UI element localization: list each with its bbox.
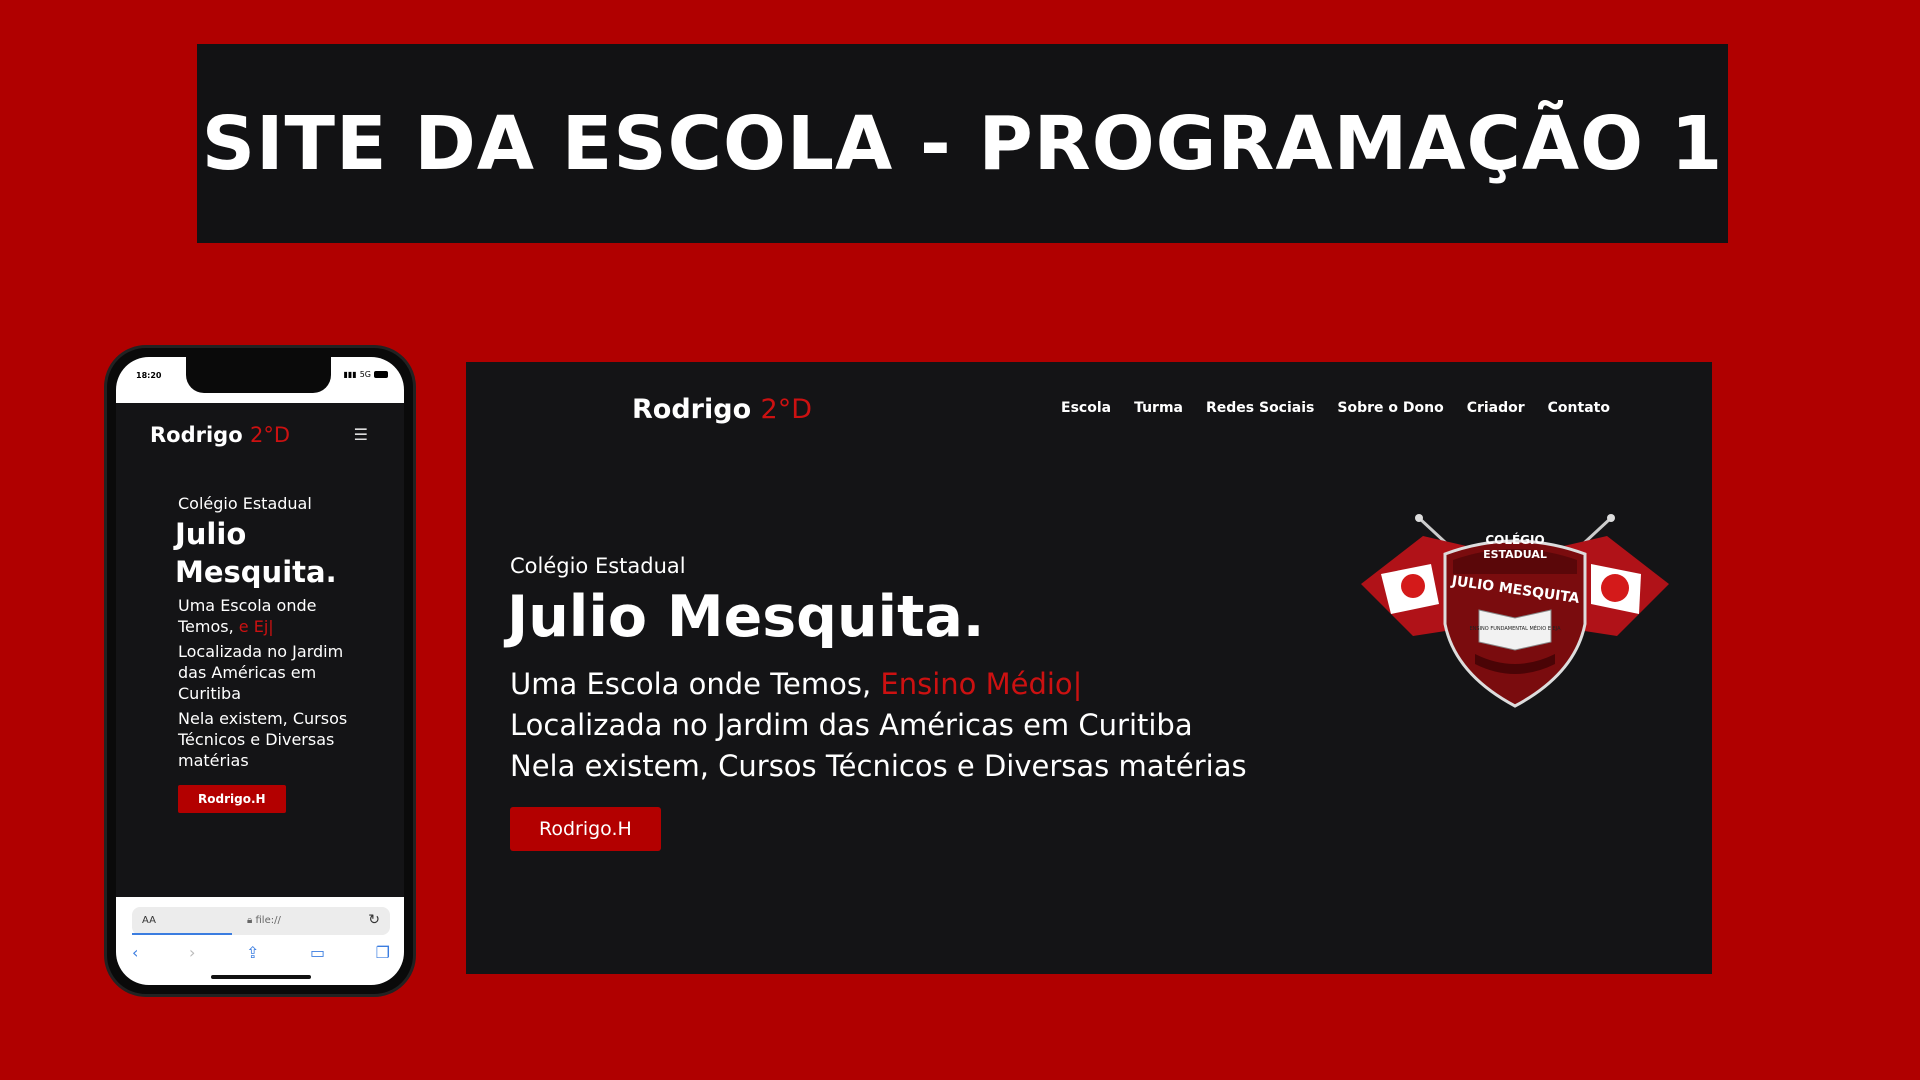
desktop-mockup: Rodrigo 2°D Escola Turma Redes Sociais S… — [466, 362, 1712, 974]
load-progress — [132, 933, 232, 935]
nav-contato[interactable]: Contato — [1548, 400, 1610, 416]
battery-icon — [374, 371, 388, 378]
lock-icon: 🔒︎ — [247, 915, 256, 926]
desktop-logo[interactable]: Rodrigo 2°D — [632, 394, 812, 425]
nav-escola[interactable]: Escola — [1061, 400, 1111, 416]
signal-icon: ▮▮▮ — [343, 370, 357, 379]
text-size-button[interactable]: AA — [142, 915, 156, 926]
home-indicator — [211, 975, 311, 979]
hamburger-icon[interactable]: ☰ — [354, 425, 368, 444]
phone-toolbar: ‹ › ⇪ ▭ ❐ — [132, 943, 390, 962]
phone-typed-text: e Ej| — [238, 617, 274, 636]
phone-browser-bar: AA 🔒︎ file:// ↻ ‹ › ⇪ ▭ ❐ — [116, 897, 404, 985]
phone-line-2: Localizada no Jardim das Américas em Cur… — [178, 642, 344, 703]
desktop-hero: Colégio Estadual Julio Mesquita. Uma Esc… — [507, 554, 1247, 851]
desktop-cta-button[interactable]: Rodrigo.H — [510, 807, 661, 851]
phone-address-bar[interactable]: AA 🔒︎ file:// ↻ — [132, 907, 390, 935]
phone-mockup: 18:20 ▮▮▮ 5G Rodrigo 2°D ☰ Colégio Estad… — [104, 345, 416, 997]
banner: SITE DA ESCOLA - PROGRAMAÇÃO 1 — [197, 44, 1728, 243]
desktop-nav: Escola Turma Redes Sociais Sobre o Dono … — [1061, 400, 1610, 416]
phone-cta-button[interactable]: Rodrigo.H — [178, 785, 286, 813]
banner-title: SITE DA ESCOLA - PROGRAMAÇÃO 1 — [201, 100, 1724, 187]
forward-icon[interactable]: › — [189, 943, 195, 962]
bookmarks-icon[interactable]: ▭ — [310, 943, 325, 962]
desktop-kicker: Colégio Estadual — [510, 554, 686, 578]
crest-top-text: COLÉGIO — [1485, 532, 1544, 547]
back-icon[interactable]: ‹ — [132, 943, 138, 962]
phone-status-bar: 18:20 ▮▮▮ 5G — [116, 357, 404, 403]
phone-time: 18:20 — [136, 371, 162, 380]
share-icon[interactable]: ⇪ — [246, 943, 259, 962]
phone-title: Julio Mesquita. — [175, 517, 337, 589]
phone-signal: ▮▮▮ 5G — [343, 370, 388, 379]
network-label: 5G — [359, 370, 371, 379]
phone-logo-name: Rodrigo — [150, 423, 243, 447]
desktop-typed-text: Ensino Médio| — [880, 667, 1083, 701]
desktop-line-1-prefix: Uma Escola onde Temos, — [510, 667, 881, 701]
desktop-line-3: Nela existem, Cursos Técnicos e Diversas… — [510, 749, 1247, 783]
phone-header: Rodrigo 2°D ☰ — [116, 403, 404, 463]
nav-criador[interactable]: Criador — [1467, 400, 1525, 416]
school-crest-logo: COLÉGIO ESTADUAL JULIO MESQUITA ENSINO F… — [1361, 514, 1669, 708]
desktop-line-2: Localizada no Jardim das Américas em Cur… — [510, 708, 1193, 742]
nav-turma[interactable]: Turma — [1134, 400, 1183, 416]
crest-middle-text: ESTADUAL — [1483, 548, 1547, 561]
reload-icon[interactable]: ↻ — [368, 912, 380, 928]
phone-line-1: Uma Escola onde Temos, e Ej| — [178, 595, 368, 637]
phone-hero: Colégio Estadual Julio Mesquita. Uma Esc… — [175, 494, 368, 813]
phone-notch — [186, 357, 331, 393]
phone-kicker: Colégio Estadual — [178, 494, 312, 513]
tabs-icon[interactable]: ❐ — [376, 943, 390, 962]
phone-screen: 18:20 ▮▮▮ 5G Rodrigo 2°D ☰ Colégio Estad… — [116, 357, 404, 985]
crest-book-text: ENSINO FUNDAMENTAL MÉDIO E EJA — [1470, 624, 1562, 632]
address-text: 🔒︎ file:// — [247, 915, 281, 926]
address-value: file:// — [255, 915, 281, 926]
phone-line-3: Nela existem, Cursos Técnicos e Diversas… — [178, 709, 348, 770]
nav-sobre-o-dono[interactable]: Sobre o Dono — [1337, 400, 1443, 416]
phone-logo-accent: 2°D — [249, 423, 290, 447]
desktop-logo-name: Rodrigo — [632, 394, 752, 425]
phone-logo[interactable]: Rodrigo 2°D — [150, 423, 290, 447]
nav-redes-sociais[interactable]: Redes Sociais — [1206, 400, 1314, 416]
desktop-logo-accent: 2°D — [760, 394, 812, 425]
desktop-line-1: Uma Escola onde Temos, Ensino Médio| — [510, 664, 1247, 705]
desktop-title: Julio Mesquita. — [507, 584, 985, 650]
